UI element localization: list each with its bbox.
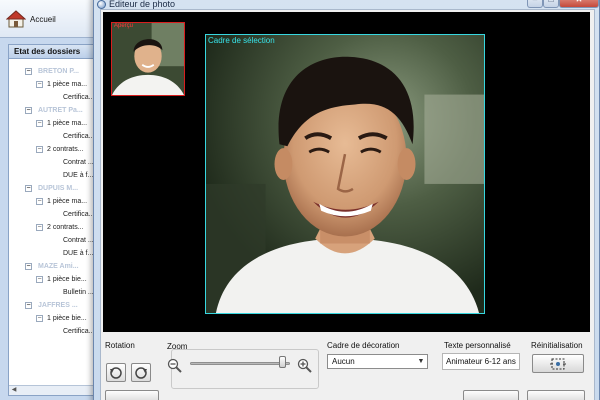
tree-node-label: 2 contrats... bbox=[47, 224, 84, 231]
portrait-photo bbox=[206, 35, 484, 313]
tree-node-label: Certifica... bbox=[63, 94, 94, 101]
tree-node-label: 1 pièce bie... bbox=[47, 276, 87, 283]
dossier-tree: − BRETON P... −1 pièce ma... Certifica... − A… bbox=[9, 59, 93, 338]
tree-node-person[interactable]: − BRETON P... bbox=[9, 65, 93, 78]
tree-node-label: MAZE Ami... bbox=[38, 263, 79, 270]
bottom-middle-button[interactable] bbox=[463, 390, 519, 400]
collapse-icon[interactable]: − bbox=[36, 198, 43, 205]
scroll-left-icon[interactable]: ◀ bbox=[10, 387, 18, 394]
tree-node-group[interactable]: −1 pièce bie... bbox=[9, 273, 93, 286]
app-icon bbox=[97, 0, 106, 9]
tree-node-label: Certifica... bbox=[63, 328, 94, 335]
tree-node-item[interactable]: Contrat ... bbox=[9, 156, 93, 169]
frame-select-value: Aucun bbox=[332, 357, 355, 366]
thumbnail-photo bbox=[112, 23, 184, 95]
tree-node-label: 2 contrats... bbox=[47, 146, 84, 153]
tree-node-label: 1 pièce ma... bbox=[47, 198, 88, 205]
maximize-button[interactable]: □ bbox=[543, 0, 559, 8]
collapse-icon[interactable]: − bbox=[25, 107, 32, 114]
tree-node-group[interactable]: −1 pièce ma... bbox=[9, 195, 93, 208]
reset-label: Réinitialisation bbox=[531, 341, 583, 350]
dialog-content: Aperçu Cadre de sélection Rotation Zoom … bbox=[100, 9, 595, 400]
horizontal-scrollbar[interactable]: ◀ bbox=[9, 385, 93, 395]
tree-node-label: JAFFRES ... bbox=[38, 302, 78, 309]
close-button[interactable]: ✕ bbox=[559, 0, 599, 8]
tree-node-item[interactable]: Certifica... bbox=[9, 91, 93, 104]
custom-text-label: Texte personnalisé bbox=[444, 341, 511, 350]
rotate-right-icon bbox=[135, 367, 147, 379]
tree-node-person[interactable]: − AUTRET Pa... bbox=[9, 104, 93, 117]
dialog-titlebar[interactable]: Editeur de photo – □ ✕ bbox=[94, 0, 599, 9]
selection-frame-label: Cadre de sélection bbox=[208, 36, 275, 45]
reset-button[interactable] bbox=[532, 354, 584, 373]
tree-node-group[interactable]: −1 pièce ma... bbox=[9, 78, 93, 91]
zoom-label: Zoom bbox=[167, 342, 188, 351]
home-button[interactable]: Accueil bbox=[6, 6, 56, 32]
zoom-in-icon[interactable] bbox=[297, 358, 313, 374]
photo-editor-dialog: Editeur de photo – □ ✕ Aperçu Cadre de s… bbox=[93, 0, 600, 400]
collapse-icon[interactable]: − bbox=[36, 146, 43, 153]
tree-node-item[interactable]: Contrat ... bbox=[9, 234, 93, 247]
custom-text-input[interactable]: Animateur 6-12 ans bbox=[442, 353, 520, 370]
rotation-label: Rotation bbox=[105, 341, 135, 350]
tree-node-person[interactable]: − JAFFRES ... bbox=[9, 299, 93, 312]
collapse-icon[interactable]: − bbox=[25, 302, 32, 309]
rotate-left-button[interactable] bbox=[106, 363, 126, 382]
frame-label: Cadre de décoration bbox=[327, 341, 400, 350]
collapse-icon[interactable]: − bbox=[25, 185, 32, 192]
tree-node-label: 1 pièce bie... bbox=[47, 315, 87, 322]
collapse-icon[interactable]: − bbox=[36, 315, 43, 322]
rotate-left-icon bbox=[110, 367, 122, 379]
frame-select[interactable]: Aucun ▼ bbox=[327, 354, 428, 369]
collapse-icon[interactable]: − bbox=[25, 68, 32, 75]
tree-node-label: DUE à f... bbox=[63, 172, 94, 179]
panel-title: Etat des dossiers bbox=[9, 45, 93, 59]
zoom-out-icon[interactable] bbox=[167, 358, 183, 374]
tree-node-label: BRETON P... bbox=[38, 68, 79, 75]
tree-node-group[interactable]: −1 pièce ma... bbox=[9, 117, 93, 130]
tree-node-group[interactable]: −2 contrats... bbox=[9, 143, 93, 156]
photo-canvas: Aperçu Cadre de sélection bbox=[103, 12, 590, 332]
tree-node-group[interactable]: −2 contrats... bbox=[9, 221, 93, 234]
bottom-right-button[interactable] bbox=[527, 390, 585, 400]
reset-frame-icon bbox=[550, 358, 566, 370]
tree-node-label: AUTRET Pa... bbox=[38, 107, 83, 114]
tree-node-label: Certifica... bbox=[63, 211, 94, 218]
chevron-down-icon[interactable]: ▼ bbox=[415, 355, 427, 368]
thumbnail-label: Aperçu bbox=[114, 23, 134, 29]
tree-node-person[interactable]: − DUPUIS M... bbox=[9, 182, 93, 195]
tree-node-label: DUE à f... bbox=[63, 250, 94, 257]
zoom-slider-thumb[interactable] bbox=[279, 356, 286, 368]
tree-node-group[interactable]: −1 pièce bie... bbox=[9, 312, 93, 325]
collapse-icon[interactable]: − bbox=[36, 224, 43, 231]
tree-node-item[interactable]: Certifica... bbox=[9, 325, 93, 338]
tree-node-label: 1 pièce ma... bbox=[47, 81, 88, 88]
minimize-button[interactable]: – bbox=[527, 0, 543, 8]
tree-node-item[interactable]: DUE à f... bbox=[9, 247, 93, 260]
bottom-left-button[interactable] bbox=[105, 390, 159, 400]
collapse-icon[interactable]: − bbox=[36, 81, 43, 88]
tree-node-label: DUPUIS M... bbox=[38, 185, 79, 192]
tree-node-label: 1 pièce ma... bbox=[47, 120, 88, 127]
thumbnail-preview: Aperçu bbox=[111, 22, 185, 96]
home-label: Accueil bbox=[30, 14, 56, 24]
tree-node-label: Contrat ... bbox=[63, 159, 94, 166]
selection-frame[interactable]: Cadre de sélection bbox=[205, 34, 485, 314]
rotate-right-button[interactable] bbox=[131, 363, 151, 382]
zoom-slider-track[interactable] bbox=[190, 362, 290, 365]
collapse-icon[interactable]: − bbox=[25, 263, 32, 270]
tree-node-item[interactable]: Certifica... bbox=[9, 130, 93, 143]
tree-node-person[interactable]: − MAZE Ami... bbox=[9, 260, 93, 273]
dossier-status-panel: Etat des dossiers − BRETON P... −1 pièce m… bbox=[8, 44, 94, 396]
home-icon bbox=[6, 10, 26, 28]
tree-node-item[interactable]: DUE à f... bbox=[9, 169, 93, 182]
tree-node-label: Bulletin ... bbox=[63, 289, 94, 296]
collapse-icon[interactable]: − bbox=[36, 120, 43, 127]
tree-node-item[interactable]: Bulletin ... bbox=[9, 286, 93, 299]
dialog-title: Editeur de photo bbox=[109, 0, 176, 9]
tree-node-item[interactable]: Certifica... bbox=[9, 208, 93, 221]
tree-node-label: Contrat ... bbox=[63, 237, 94, 244]
tree-node-label: Certifica... bbox=[63, 133, 94, 140]
collapse-icon[interactable]: − bbox=[36, 276, 43, 283]
